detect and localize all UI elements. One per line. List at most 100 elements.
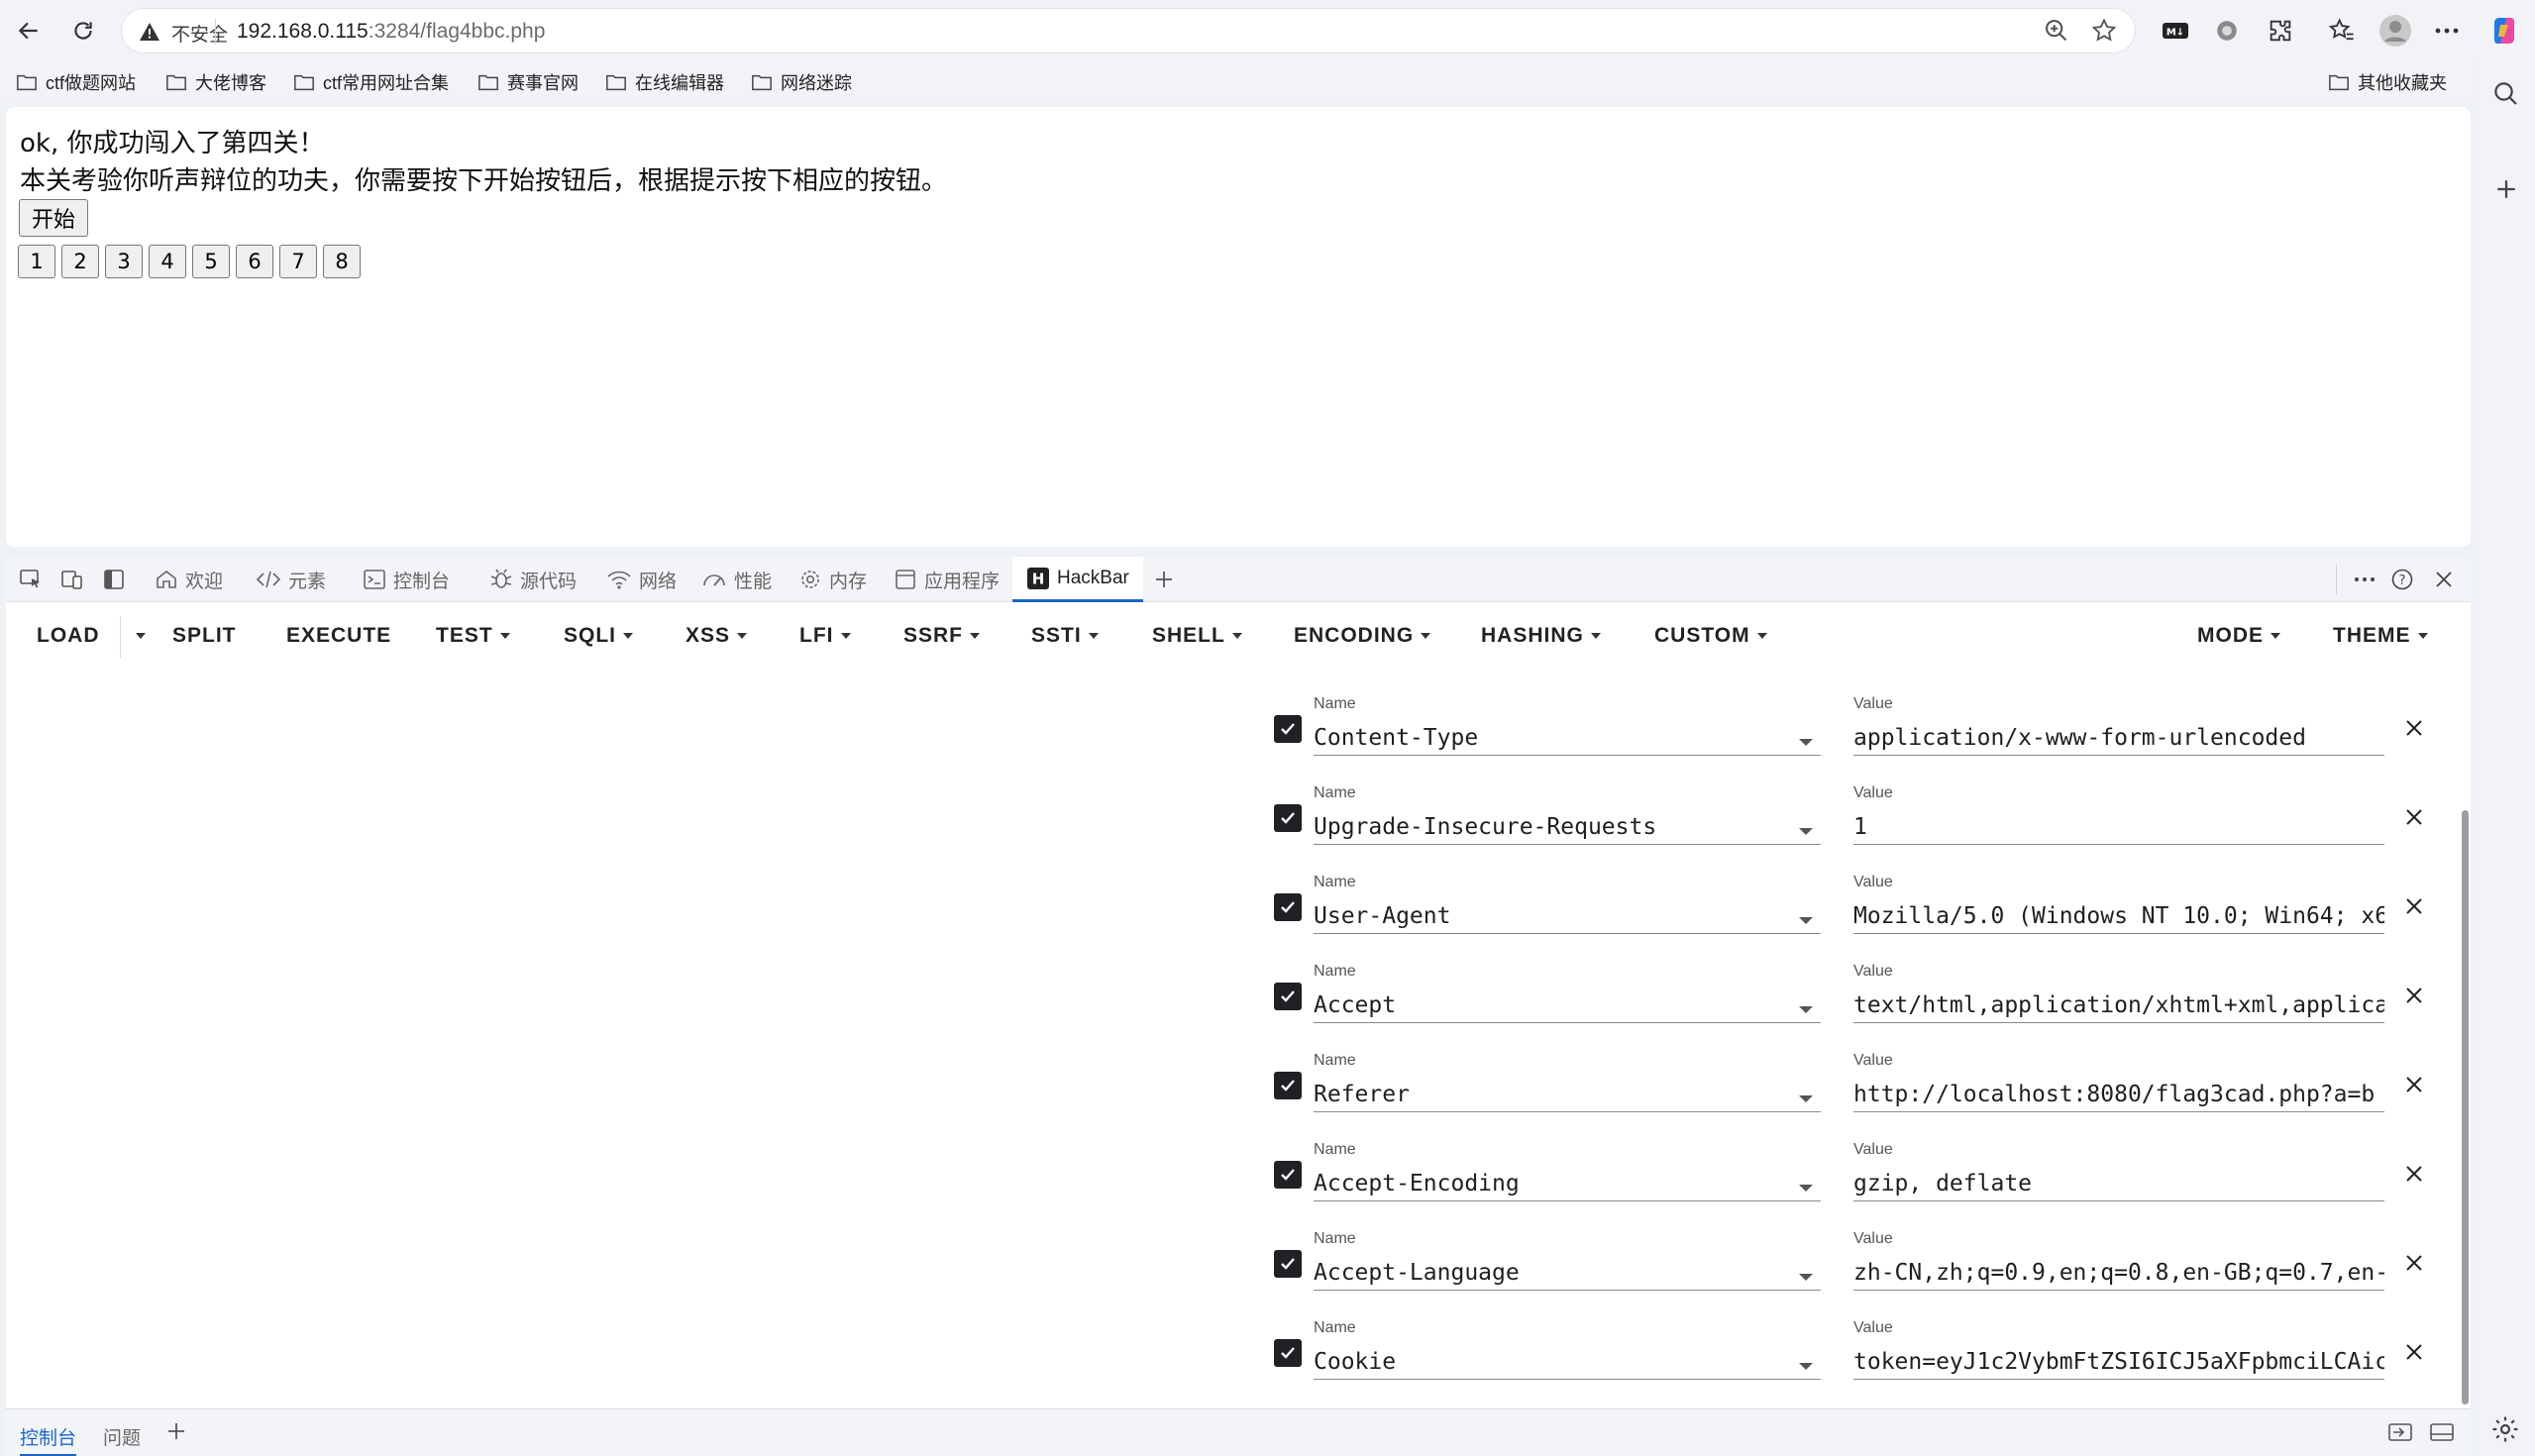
drawer-tab-issues[interactable]: 问题 [103, 1423, 141, 1450]
start-button[interactable]: 开始 [19, 199, 88, 237]
add-drawer-tab-button[interactable] [164, 1419, 188, 1443]
header-value-field[interactable]: application/x-www-form-urlencoded [1853, 722, 2384, 756]
security-label[interactable]: 不安全 [171, 20, 228, 47]
remove-header-button[interactable] [2399, 1070, 2429, 1099]
header-name-field[interactable]: User-Agent [1314, 900, 1821, 934]
remove-header-button[interactable] [2399, 981, 2429, 1010]
header-value-field[interactable]: token=eyJ1c2VybmFtZSI6ICJ5aXFpbmciLCAicG… [1853, 1346, 2384, 1380]
theme-menu[interactable]: THEME [2333, 624, 2428, 648]
markdown-extension-icon[interactable]: M↓ [2156, 12, 2195, 50]
add-icon[interactable] [2491, 174, 2521, 204]
copilot-icon[interactable] [2484, 12, 2524, 50]
header-name-field[interactable]: Cookie [1314, 1346, 1821, 1380]
header-name-field[interactable]: Upgrade-Insecure-Requests [1314, 811, 1821, 845]
number-button-4[interactable]: 4 [149, 245, 186, 278]
header-value-field[interactable]: text/html,application/xhtml+xml,applicat… [1853, 989, 2384, 1023]
tab-sources[interactable]: 源代码 [489, 557, 577, 602]
execute-button[interactable]: EXECUTE [286, 624, 391, 648]
remove-header-button[interactable] [2399, 802, 2429, 832]
test-menu[interactable]: TEST [436, 624, 510, 648]
bookmark-folder[interactable]: 赛事官网 [477, 67, 579, 97]
load-button[interactable]: LOAD [37, 624, 100, 648]
search-icon[interactable] [2491, 79, 2521, 109]
bookmark-folder[interactable]: 网络迷踪 [751, 67, 852, 97]
bookmark-folder[interactable]: 大佬博客 [165, 67, 266, 97]
inspect-icon[interactable] [16, 566, 46, 593]
hashing-menu[interactable]: HASHING [1481, 624, 1601, 648]
encoding-menu[interactable]: ENCODING [1294, 624, 1431, 648]
header-value-field[interactable]: 1 [1853, 811, 2384, 845]
tab-application[interactable]: 应用程序 [894, 557, 1000, 602]
header-enabled-checkbox[interactable] [1274, 1072, 1302, 1099]
header-name-field[interactable]: Referer [1314, 1079, 1821, 1112]
tab-network[interactable]: 网络 [606, 557, 677, 602]
star-icon[interactable] [2090, 17, 2118, 45]
chevron-down-icon[interactable] [1799, 917, 1813, 924]
header-enabled-checkbox[interactable] [1274, 983, 1302, 1010]
number-button-2[interactable]: 2 [61, 245, 99, 278]
avatar[interactable] [2376, 12, 2415, 50]
chevron-down-icon[interactable] [1799, 739, 1813, 746]
remove-header-button[interactable] [2399, 891, 2429, 921]
number-button-5[interactable]: 5 [192, 245, 230, 278]
drawer-tab-console[interactable]: 控制台 [20, 1423, 77, 1456]
header-name-field[interactable]: Accept [1314, 989, 1821, 1023]
header-value-field[interactable]: zh-CN,zh;q=0.9,en;q=0.8,en-GB;q=0.7,en-U… [1853, 1257, 2384, 1291]
address-bar[interactable]: 不安全 192.168.0.115:3284/flag4bbc.php [121, 8, 2136, 53]
close-devtools-button[interactable] [2429, 566, 2459, 593]
tab-welcome[interactable]: 欢迎 [155, 557, 223, 602]
tab-hackbar[interactable]: H HackBar [1012, 557, 1143, 602]
reload-button[interactable] [62, 10, 104, 52]
back-button[interactable] [8, 10, 50, 52]
panel-layout-icon[interactable] [2429, 1421, 2455, 1443]
devtools-more-button[interactable] [2350, 566, 2379, 593]
header-name-field[interactable]: Accept-Encoding [1314, 1168, 1821, 1201]
number-button-8[interactable]: 8 [323, 245, 361, 278]
header-value-field[interactable]: http://localhost:8080/flag3cad.php?a=b [1853, 1079, 2384, 1112]
number-button-7[interactable]: 7 [279, 245, 317, 278]
chevron-down-icon[interactable] [1799, 1185, 1813, 1192]
header-enabled-checkbox[interactable] [1274, 893, 1302, 921]
favorites-icon[interactable] [2322, 12, 2362, 50]
tab-memory[interactable]: 内存 [798, 557, 867, 602]
split-button[interactable]: SPLIT [172, 624, 237, 648]
number-button-3[interactable]: 3 [105, 245, 143, 278]
remove-header-button[interactable] [2399, 713, 2429, 743]
custom-menu[interactable]: CUSTOM [1654, 624, 1767, 648]
header-enabled-checkbox[interactable] [1274, 715, 1302, 743]
chevron-down-icon[interactable] [1799, 1363, 1813, 1370]
help-button[interactable]: ? [2387, 566, 2417, 593]
zoom-icon[interactable] [2043, 17, 2070, 45]
tab-elements[interactable]: 元素 [256, 557, 326, 602]
chevron-down-icon[interactable] [1799, 1095, 1813, 1102]
chevron-down-icon[interactable] [1799, 1274, 1813, 1281]
bookmark-folder[interactable]: ctf做题网站 [16, 67, 136, 97]
number-button-1[interactable]: 1 [18, 245, 55, 278]
chevron-down-icon[interactable] [1799, 828, 1813, 835]
more-menu-button[interactable] [2427, 12, 2467, 50]
tab-console[interactable]: 控制台 [363, 557, 450, 602]
sqli-menu[interactable]: SQLI [564, 624, 634, 648]
number-button-6[interactable]: 6 [236, 245, 273, 278]
ssrf-menu[interactable]: SSRF [903, 624, 981, 648]
ssti-menu[interactable]: SSTI [1031, 624, 1099, 648]
header-name-field[interactable]: Content-Type [1314, 722, 1821, 756]
header-value-field[interactable]: Mozilla/5.0 (Windows NT 10.0; Win64; x64… [1853, 900, 2384, 934]
other-bookmarks-folder[interactable]: 其他收藏夹 [2328, 67, 2447, 97]
scrollbar-thumb[interactable] [2462, 810, 2469, 1404]
xss-menu[interactable]: XSS [686, 624, 748, 648]
tab-performance[interactable]: 性能 [701, 557, 772, 602]
device-emulation-icon[interactable] [57, 566, 87, 593]
header-enabled-checkbox[interactable] [1274, 1339, 1302, 1367]
dock-drawer-icon[interactable] [2387, 1421, 2413, 1443]
shell-menu[interactable]: SHELL [1152, 624, 1242, 648]
add-tab-button[interactable] [1149, 566, 1179, 593]
bookmark-folder[interactable]: 在线编辑器 [605, 67, 724, 97]
header-enabled-checkbox[interactable] [1274, 1161, 1302, 1189]
url-text[interactable]: 192.168.0.115:3284/flag4bbc.php [237, 20, 545, 44]
settings-icon[interactable] [2490, 1414, 2520, 1444]
header-enabled-checkbox[interactable] [1274, 804, 1302, 832]
remove-header-button[interactable] [2399, 1248, 2429, 1278]
puzzle-icon[interactable] [2261, 12, 2300, 50]
header-value-field[interactable]: gzip, deflate [1853, 1168, 2384, 1201]
